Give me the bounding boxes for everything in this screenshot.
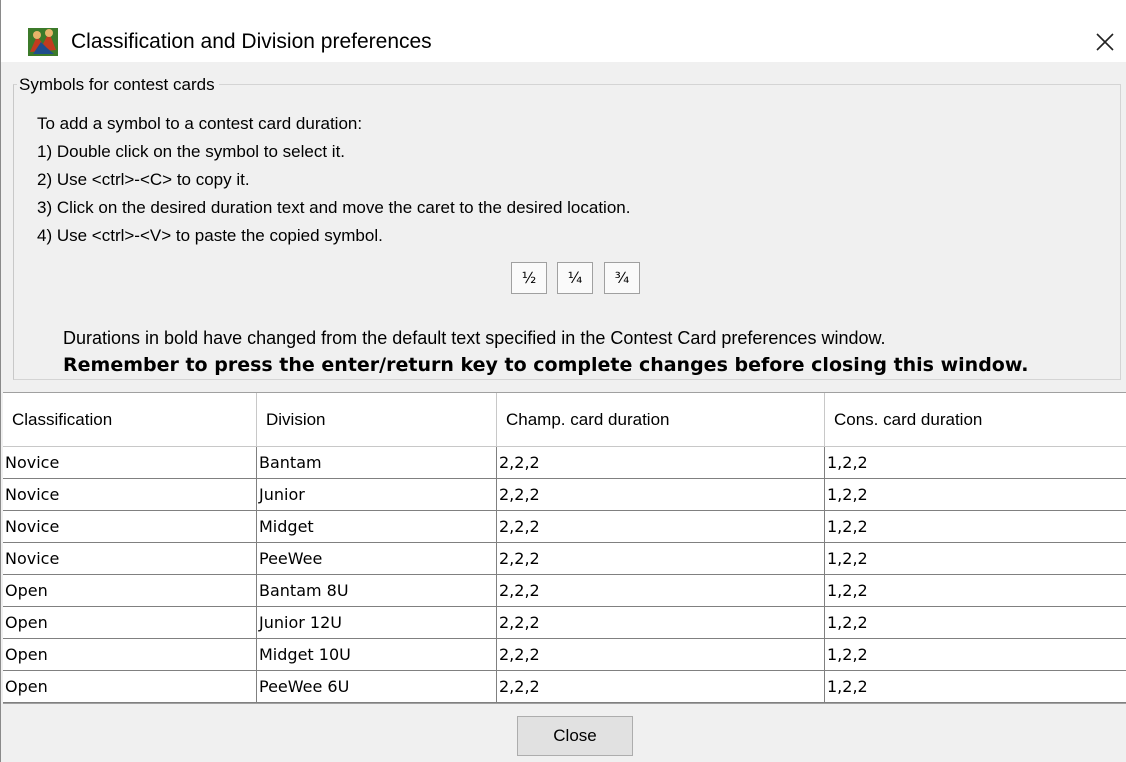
table-row[interactable]: Open Midget 10U 2,2,2 1,2,2 — [3, 639, 1126, 671]
header-cons-duration[interactable]: Cons. card duration — [825, 393, 1126, 447]
instruction-step-3: 3) Click on the desired duration text an… — [37, 198, 631, 217]
table-row[interactable]: Novice Junior 2,2,2 1,2,2 — [3, 479, 1126, 511]
cell-cons-duration[interactable]: 1,2,2 — [825, 607, 1126, 639]
changed-durations-note: Durations in bold have changed from the … — [63, 328, 886, 348]
cell-cons-duration[interactable]: 1,2,2 — [825, 479, 1126, 511]
cell-division[interactable]: Midget 10U — [257, 639, 497, 671]
cell-division[interactable]: Bantam 8U — [257, 575, 497, 607]
instruction-step-4: 4) Use <ctrl>-<V> to paste the copied sy… — [37, 226, 383, 245]
cell-division[interactable]: PeeWee — [257, 543, 497, 575]
table-row[interactable]: Open PeeWee 6U 2,2,2 1,2,2 — [3, 671, 1126, 703]
cell-division[interactable]: Bantam — [257, 447, 497, 479]
durations-table: Classification Division Champ. card dura… — [3, 392, 1126, 704]
cell-champ-duration[interactable]: 2,2,2 — [497, 479, 825, 511]
symbol-three-quarters[interactable]: ¾ — [604, 262, 640, 294]
table-row[interactable]: Novice PeeWee 2,2,2 1,2,2 — [3, 543, 1126, 575]
table-row[interactable]: Novice Bantam 2,2,2 1,2,2 — [3, 447, 1126, 479]
header-division[interactable]: Division — [257, 393, 497, 447]
wrestling-app-icon — [27, 26, 59, 58]
cell-classification[interactable]: Open — [3, 671, 257, 703]
header-champ-duration[interactable]: Champ. card duration — [497, 393, 825, 447]
close-button[interactable]: Close — [517, 716, 633, 756]
cell-champ-duration[interactable]: 2,2,2 — [497, 447, 825, 479]
cell-classification[interactable]: Open — [3, 575, 257, 607]
cell-cons-duration[interactable]: 1,2,2 — [825, 639, 1126, 671]
cell-division[interactable]: Midget — [257, 511, 497, 543]
cell-classification[interactable]: Open — [3, 639, 257, 671]
cell-cons-duration[interactable]: 1,2,2 — [825, 447, 1126, 479]
symbol-half[interactable]: ½ — [511, 262, 547, 294]
cell-classification[interactable]: Novice — [3, 479, 257, 511]
table-row[interactable]: Novice Midget 2,2,2 1,2,2 — [3, 511, 1126, 543]
title-bar: Classification and Division preferences — [1, 0, 1126, 62]
symbol-quarter[interactable]: ¼ — [557, 262, 593, 294]
instruction-intro: To add a symbol to a contest card durati… — [37, 114, 363, 133]
cell-champ-duration[interactable]: 2,2,2 — [497, 671, 825, 703]
cell-champ-duration[interactable]: 2,2,2 — [497, 607, 825, 639]
cell-classification[interactable]: Novice — [3, 543, 257, 575]
table-row[interactable]: Open Junior 12U 2,2,2 1,2,2 — [3, 607, 1126, 639]
cell-cons-duration[interactable]: 1,2,2 — [825, 543, 1126, 575]
window-title: Classification and Division preferences — [71, 30, 432, 53]
cell-division[interactable]: Junior — [257, 479, 497, 511]
cell-cons-duration[interactable]: 1,2,2 — [825, 671, 1126, 703]
table-row[interactable]: Open Bantam 8U 2,2,2 1,2,2 — [3, 575, 1126, 607]
cell-division[interactable]: PeeWee 6U — [257, 671, 497, 703]
cell-classification[interactable]: Novice — [3, 511, 257, 543]
cell-classification[interactable]: Open — [3, 607, 257, 639]
enter-key-reminder: Remember to press the enter/return key t… — [63, 354, 1029, 376]
cell-champ-duration[interactable]: 2,2,2 — [497, 575, 825, 607]
cell-champ-duration[interactable]: 2,2,2 — [497, 511, 825, 543]
cell-cons-duration[interactable]: 1,2,2 — [825, 511, 1126, 543]
instruction-step-1: 1) Double click on the symbol to select … — [37, 142, 346, 161]
cell-classification[interactable]: Novice — [3, 447, 257, 479]
preferences-dialog: Classification and Division preferences … — [0, 0, 1126, 762]
cell-champ-duration[interactable]: 2,2,2 — [497, 639, 825, 671]
panel-title: Symbols for contest cards — [17, 75, 219, 95]
cell-champ-duration[interactable]: 2,2,2 — [497, 543, 825, 575]
header-classification[interactable]: Classification — [3, 393, 257, 447]
instruction-step-2: 2) Use <ctrl>-<C> to copy it. — [37, 170, 250, 189]
cell-cons-duration[interactable]: 1,2,2 — [825, 575, 1126, 607]
cell-division[interactable]: Junior 12U — [257, 607, 497, 639]
close-icon[interactable] — [1085, 24, 1125, 60]
